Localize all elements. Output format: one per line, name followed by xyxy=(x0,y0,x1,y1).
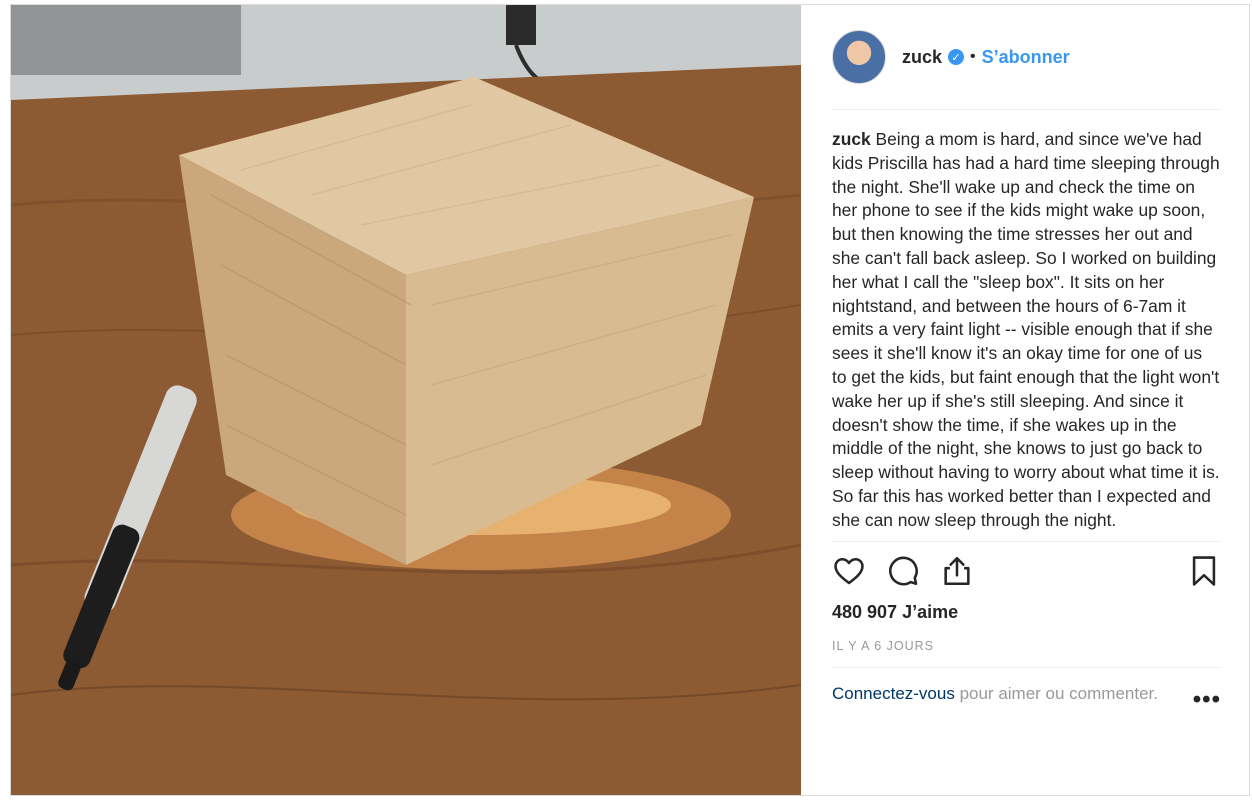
post-header: zuck ✓ • S’abonner xyxy=(832,5,1221,110)
caption-username[interactable]: zuck xyxy=(832,129,871,149)
login-prompt-text: pour aimer ou commenter. xyxy=(954,683,1158,703)
post-container: zuck ✓ • S’abonner zuck Being a mom is h… xyxy=(10,4,1250,796)
post-timestamp[interactable]: IL Y A 6 JOURS xyxy=(832,639,1221,668)
photo-illustration xyxy=(11,5,801,795)
share-icon[interactable] xyxy=(940,554,974,588)
caption-text: Being a mom is hard, and since we've had… xyxy=(832,129,1220,530)
post-photo[interactable] xyxy=(11,5,801,795)
heart-icon[interactable] xyxy=(832,554,866,588)
action-bar xyxy=(832,542,1221,600)
more-options-button[interactable]: ••• xyxy=(1193,687,1221,712)
login-link[interactable]: Connectez-vous xyxy=(832,684,955,703)
likes-count[interactable]: 480 907 J’aime xyxy=(832,602,1221,623)
verified-badge-icon: ✓ xyxy=(948,49,965,65)
post-caption: zuck Being a mom is hard, and since we'v… xyxy=(832,128,1221,542)
separator-dot: • xyxy=(970,48,976,65)
username[interactable]: zuck xyxy=(902,47,942,68)
post-side-panel: zuck ✓ • S’abonner zuck Being a mom is h… xyxy=(801,5,1249,795)
avatar[interactable] xyxy=(832,30,886,84)
bookmark-icon[interactable] xyxy=(1187,554,1221,588)
follow-button[interactable]: S’abonner xyxy=(982,47,1070,68)
login-prompt: Connectez-vous pour aimer ou commenter. … xyxy=(832,682,1221,712)
comment-icon[interactable] xyxy=(886,554,920,588)
